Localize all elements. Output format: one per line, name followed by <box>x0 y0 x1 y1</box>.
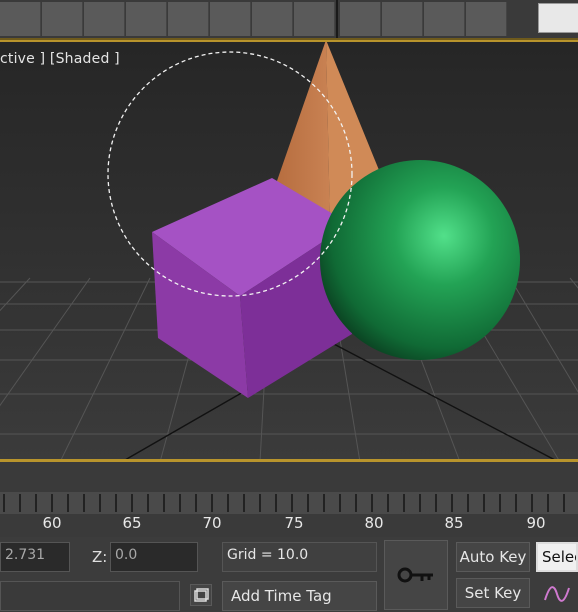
frame-label: 60 <box>42 514 62 532</box>
frame-label: 70 <box>202 514 222 532</box>
lock-selection-icon <box>194 588 209 602</box>
viewport-scene[interactable] <box>0 42 578 462</box>
set-key-button[interactable]: Set Key <box>456 578 530 608</box>
status-bar: 2.731 Z: 0.0 Grid = 10.0 Add Time Tag Au… <box>0 537 578 612</box>
toolbar-cell <box>210 2 251 36</box>
frame-label: 65 <box>122 514 142 532</box>
frame-label: 75 <box>284 514 304 532</box>
frame-label: 80 <box>364 514 384 532</box>
toolbar-cell <box>252 2 293 36</box>
toolbar-cell <box>42 2 83 36</box>
key-filters-button[interactable] <box>538 579 576 609</box>
prompt-field[interactable] <box>0 581 180 611</box>
top-toolbar-strip <box>0 0 578 40</box>
z-label: Z: <box>92 548 108 566</box>
toolbar-cell <box>466 2 507 36</box>
add-time-tag-button[interactable]: Add Time Tag <box>222 581 377 611</box>
perspective-viewport[interactable]: ctive ] [Shaded ] <box>0 40 578 462</box>
set-key-mode-button[interactable] <box>384 540 448 610</box>
viewport-label[interactable]: ctive ] [Shaded ] <box>0 51 120 67</box>
toolbar-cell <box>382 2 423 36</box>
toolbar-divider <box>336 0 338 38</box>
toolbar-field[interactable] <box>538 3 578 33</box>
frame-label: 85 <box>444 514 464 532</box>
frame-label: 90 <box>526 514 546 532</box>
timeline-tick-band <box>0 492 578 514</box>
sphere-object[interactable] <box>320 160 520 360</box>
key-filter-curve-icon <box>544 586 570 602</box>
auto-key-button[interactable]: Auto Key <box>456 542 530 572</box>
timeline-track-bar[interactable]: 60 65 70 75 80 85 90 <box>0 462 578 537</box>
toolbar-cell <box>0 2 41 36</box>
toolbar-cell <box>168 2 209 36</box>
x-coordinate-field[interactable]: 2.731 <box>0 542 70 572</box>
cube-object[interactable] <box>152 178 352 398</box>
grid-size-display: Grid = 10.0 <box>222 542 377 572</box>
lock-selection-button[interactable] <box>190 584 212 606</box>
key-filter-dropdown[interactable]: Selec <box>536 542 578 572</box>
z-coordinate-field[interactable]: 0.0 <box>110 542 198 572</box>
key-icon <box>397 567 433 583</box>
toolbar-cell <box>340 2 381 36</box>
toolbar-cell <box>126 2 167 36</box>
toolbar-cell <box>84 2 125 36</box>
toolbar-cell <box>424 2 465 36</box>
toolbar-cell <box>294 2 335 36</box>
